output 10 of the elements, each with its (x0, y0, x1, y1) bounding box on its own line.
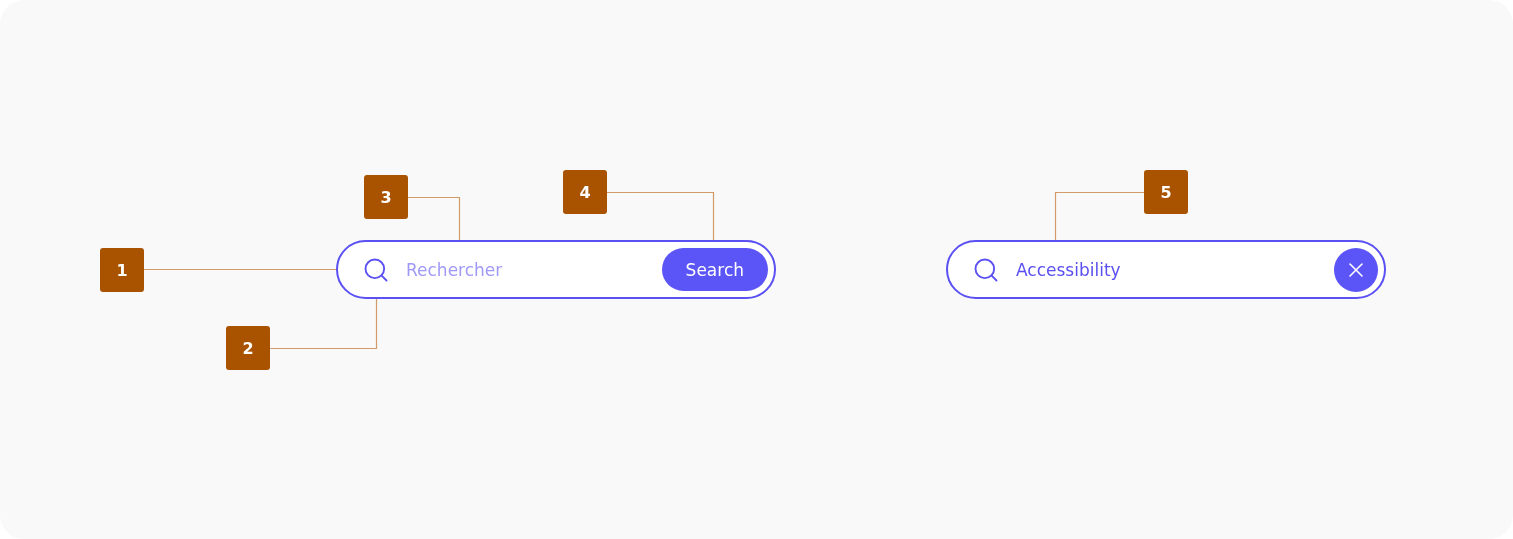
search-input[interactable]: Rechercher (406, 259, 646, 280)
callout-marker: 5 (1144, 170, 1188, 214)
leader-line (407, 196, 461, 241)
callout-marker: 1 (100, 248, 144, 292)
callout-marker: 4 (563, 170, 607, 214)
search-input[interactable]: Accessibility (1016, 259, 1318, 280)
search-button[interactable]: Search (661, 248, 768, 291)
callout-marker: 2 (226, 326, 270, 370)
callout-marker: 3 (364, 175, 408, 219)
clear-button[interactable] (1334, 247, 1378, 292)
